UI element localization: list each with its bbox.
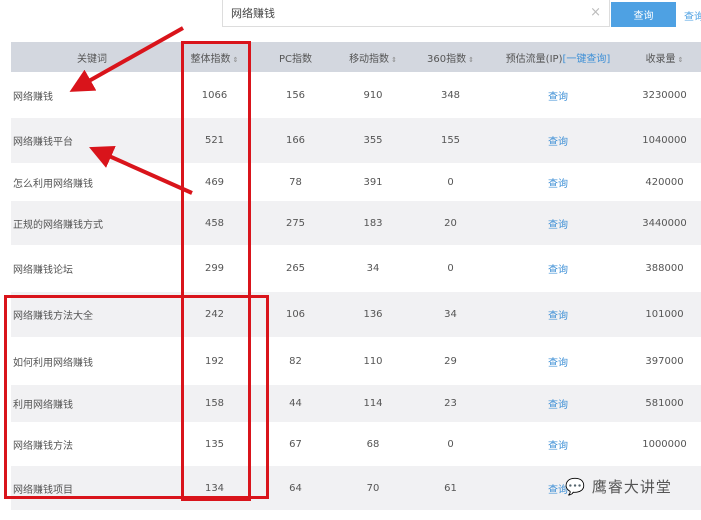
watermark: 💬 鹰睿大讲堂 <box>565 476 672 497</box>
arrow-1 <box>69 26 184 92</box>
annotation-arrows <box>69 26 193 195</box>
watermark-text: 鹰睿大讲堂 <box>591 478 672 496</box>
wechat-icon: 💬 <box>565 477 586 496</box>
arrow-2 <box>89 145 193 195</box>
